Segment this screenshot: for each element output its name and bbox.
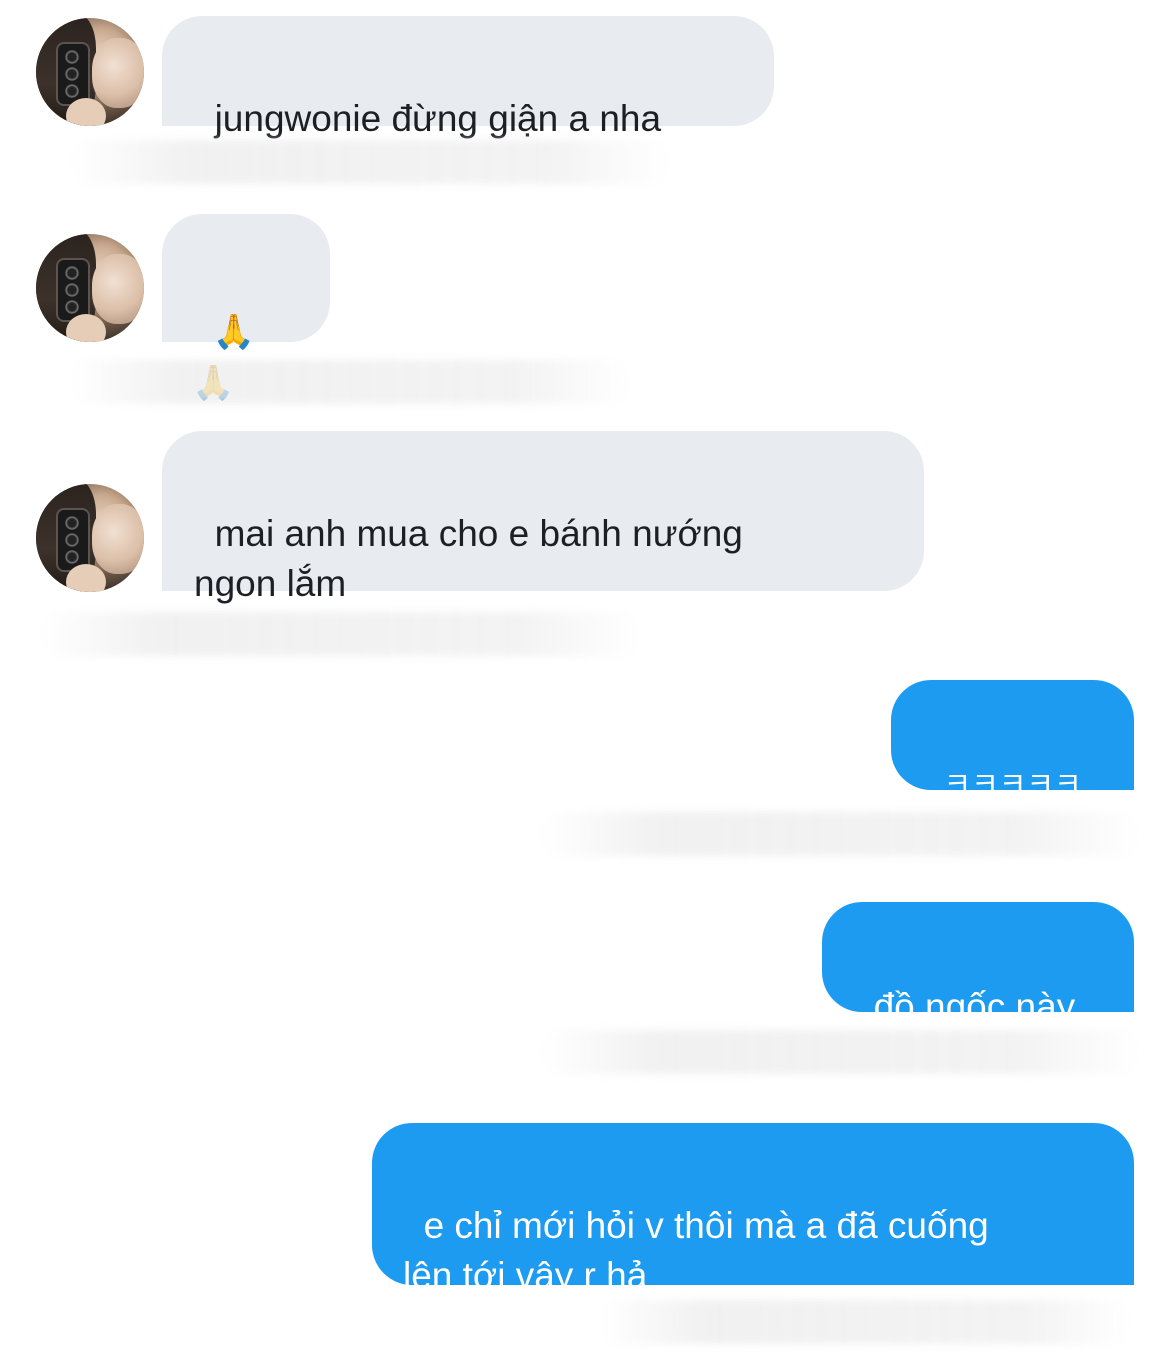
avatar-face <box>92 38 144 108</box>
blurred-timestamp <box>540 1030 1140 1074</box>
message-text: mai anh mua cho e bánh nướng ngon lắm <box>194 513 743 604</box>
avatar-face <box>92 504 144 574</box>
blurred-timestamp <box>70 140 670 184</box>
avatar-phone <box>56 258 90 322</box>
sender-avatar[interactable] <box>36 484 144 592</box>
message-text: ㅋㅋㅋㅋㅋ <box>943 768 1082 801</box>
avatar-phone <box>56 42 90 106</box>
avatar-hand <box>66 98 106 126</box>
message-bubble-outgoing[interactable]: ㅋㅋㅋㅋㅋ <box>891 680 1134 801</box>
message-bubble-outgoing[interactable]: e chỉ mới hỏi v thôi mà a đã cuống lên t… <box>372 1123 1134 1296</box>
message-text: jungwonie đừng giận a nha <box>214 98 662 139</box>
blurred-timestamp <box>40 612 640 656</box>
avatar-phone <box>56 508 90 572</box>
message-bubble-incoming[interactable]: 🙏🙏 <box>162 214 330 402</box>
blurred-timestamp <box>70 360 630 404</box>
avatar-face <box>92 254 144 324</box>
blurred-timestamp <box>540 812 1140 856</box>
message-bubble-outgoing[interactable]: đồ ngốc này <box>822 902 1134 1027</box>
message-text: đồ ngốc này <box>873 986 1076 1027</box>
avatar-hand <box>66 564 106 592</box>
avatar-hand <box>66 314 106 342</box>
message-bubble-incoming[interactable]: jungwonie đừng giận a nha <box>162 16 774 139</box>
message-text: e chỉ mới hỏi v thôi mà a đã cuống lên t… <box>403 1205 989 1296</box>
message-bubble-incoming[interactable]: mai anh mua cho e bánh nướng ngon lắm <box>162 431 924 604</box>
blurred-timestamp <box>600 1300 1130 1344</box>
sender-avatar[interactable] <box>36 234 144 342</box>
sender-avatar[interactable] <box>36 18 144 126</box>
